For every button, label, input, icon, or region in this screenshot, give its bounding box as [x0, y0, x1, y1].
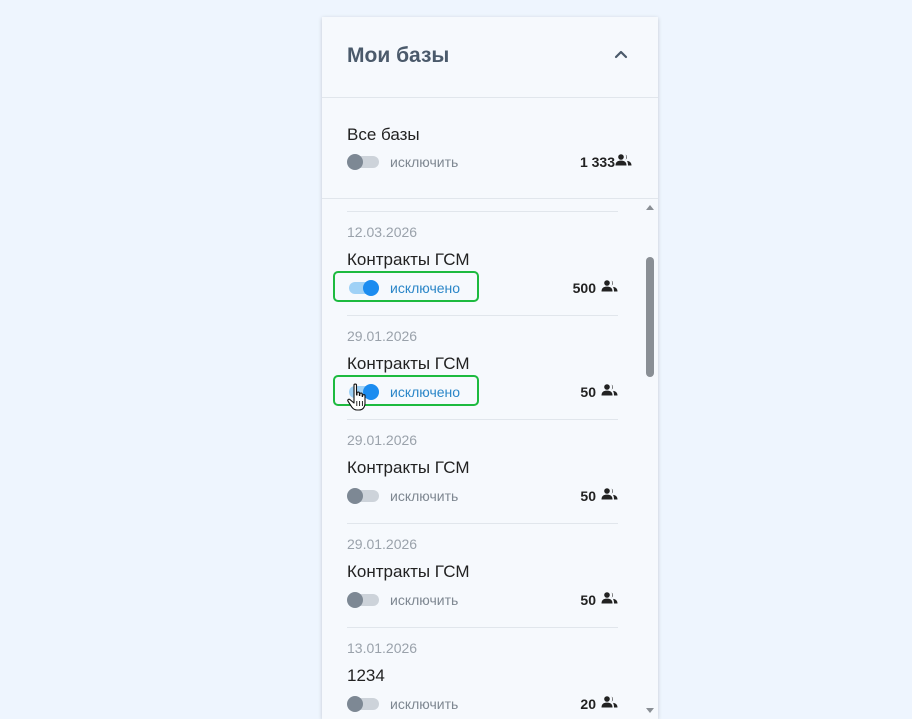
panel-header: Мои базы: [322, 17, 658, 98]
base-list-item: 29.01.2026 Контракты ГСМ исключить 50: [322, 524, 642, 628]
toggle-label: исключить: [390, 592, 459, 608]
toggle-knob: [347, 154, 363, 170]
bases-list[interactable]: 12.03.2026 Контракты ГСМ исключено 500 29.01…: [322, 199, 642, 719]
item-date: 29.01.2026: [347, 432, 418, 448]
toggle-knob: [347, 592, 363, 608]
exclude-toggle[interactable]: [347, 280, 379, 296]
item-count: 50: [580, 592, 596, 608]
people-icon: [601, 592, 618, 604]
my-bases-panel: Мои базы Все базы исключить 1 333 12.03.…: [322, 17, 658, 719]
item-toggle-row: исключить 50: [347, 486, 618, 506]
item-name: Контракты ГСМ: [347, 562, 470, 581]
item-name: Контракты ГСМ: [347, 250, 470, 269]
people-icon: [601, 696, 618, 708]
toggle-knob: [363, 280, 379, 296]
exclude-toggle[interactable]: [347, 696, 379, 712]
all-bases-exclude-toggle[interactable]: [347, 154, 379, 170]
base-list-item: 29.01.2026 Контракты ГСМ исключить 50: [322, 420, 642, 524]
scroll-up-arrow-icon[interactable]: [645, 203, 655, 211]
all-bases-count: 1 333: [579, 154, 615, 170]
scroll-down-arrow-icon[interactable]: [645, 707, 655, 715]
people-icon: [615, 154, 632, 166]
toggle-knob: [347, 696, 363, 712]
all-bases-section: Все базы исключить 1 333: [322, 98, 658, 199]
toggle-knob: [363, 384, 379, 400]
people-icon: [601, 488, 618, 500]
item-name: Контракты ГСМ: [347, 458, 470, 477]
item-toggle-row: исключено 50: [347, 382, 618, 402]
item-date: 29.01.2026: [347, 328, 418, 344]
toggle-label: исключено: [390, 384, 461, 400]
item-count: 50: [580, 488, 596, 504]
exclude-toggle[interactable]: [347, 488, 379, 504]
people-icon: [601, 384, 618, 396]
base-list-item: 29.01.2026 Контракты ГСМ исключено 50: [322, 316, 642, 420]
exclude-toggle[interactable]: [347, 384, 379, 400]
item-date: 12.03.2026: [347, 224, 418, 240]
all-bases-toggle-row: исключить 1 333: [347, 152, 637, 172]
toggle-knob: [347, 488, 363, 504]
item-count: 50: [580, 384, 596, 400]
all-bases-title: Все базы: [347, 125, 420, 144]
exclude-toggle[interactable]: [347, 592, 379, 608]
item-date: 13.01.2026: [347, 640, 418, 656]
all-bases-toggle-label: исключить: [390, 154, 459, 170]
item-toggle-row: исключено 500: [347, 278, 618, 298]
item-toggle-row: исключить 20: [347, 694, 618, 714]
toggle-label: исключено: [390, 280, 461, 296]
scroll-thumb[interactable]: [646, 257, 654, 377]
item-count: 500: [572, 280, 596, 296]
toggle-label: исключить: [390, 696, 459, 712]
collapse-button[interactable]: [610, 43, 632, 65]
item-name: 1234: [347, 666, 385, 685]
item-count: 20: [580, 696, 596, 712]
people-icon: [601, 280, 618, 292]
chevron-up-icon: [614, 50, 628, 59]
item-toggle-row: исключить 50: [347, 590, 618, 610]
item-name: Контракты ГСМ: [347, 354, 470, 373]
base-list-item: 12.03.2026 Контракты ГСМ исключено 500: [322, 212, 642, 316]
panel-title: Мои базы: [347, 44, 450, 67]
list-scrollbar[interactable]: [642, 199, 658, 719]
base-list-item: 13.01.2026 1234 исключить 20: [322, 628, 642, 719]
item-date: 29.01.2026: [347, 536, 418, 552]
toggle-label: исключить: [390, 488, 459, 504]
